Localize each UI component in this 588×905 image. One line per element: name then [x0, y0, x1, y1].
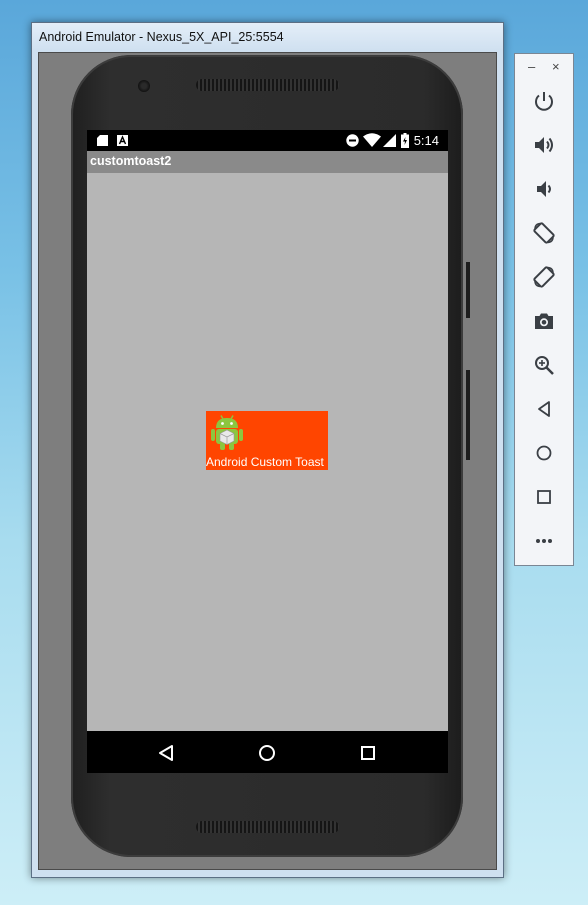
front-camera	[138, 80, 150, 92]
sd-card-icon	[97, 135, 108, 146]
window-title-bar[interactable]: Android Emulator - Nexus_5X_API_25:5554	[32, 23, 503, 51]
phone-screen[interactable]: 5:14 customtoast2 Android Custom Toast	[87, 130, 448, 773]
rotate-right-icon[interactable]	[532, 265, 556, 289]
recents-icon[interactable]	[356, 741, 380, 765]
phone-side-button	[466, 262, 470, 318]
back-icon[interactable]	[154, 741, 178, 765]
power-icon[interactable]	[532, 89, 556, 113]
do-not-disturb-icon	[346, 134, 359, 147]
a-notification-icon	[117, 135, 128, 146]
home-icon[interactable]	[532, 441, 556, 465]
toolbar-minimize-button[interactable]: –	[528, 60, 535, 74]
overview-icon[interactable]	[532, 485, 556, 509]
navigation-bar	[87, 731, 448, 773]
window-title: Android Emulator - Nexus_5X_API_25:5554	[39, 30, 284, 44]
app-action-bar: customtoast2	[87, 151, 448, 173]
volume-up-icon[interactable]	[532, 133, 556, 157]
android-robot-icon	[211, 415, 243, 450]
emulator-toolbar: – ×	[514, 53, 574, 566]
home-icon[interactable]	[255, 741, 279, 765]
battery-icon	[401, 133, 409, 148]
toolbar-close-button[interactable]: ×	[552, 60, 560, 74]
app-content[interactable]: Android Custom Toast	[87, 173, 448, 731]
screenshot-icon[interactable]	[532, 309, 556, 333]
signal-icon	[383, 134, 396, 147]
wifi-icon	[363, 133, 381, 147]
phone-volume-button	[466, 370, 470, 460]
toast-message: Android Custom Toast	[206, 455, 324, 469]
zoom-icon[interactable]	[532, 353, 556, 377]
status-bar: 5:14	[87, 130, 448, 151]
status-time: 5:14	[413, 133, 439, 148]
more-icon[interactable]	[532, 529, 556, 553]
app-title: customtoast2	[90, 154, 172, 168]
rotate-left-icon[interactable]	[532, 221, 556, 245]
volume-down-icon[interactable]	[532, 177, 556, 201]
back-icon[interactable]	[532, 397, 556, 421]
custom-toast: Android Custom Toast	[206, 411, 328, 470]
bottom-speaker	[196, 821, 339, 833]
top-speaker	[196, 79, 339, 91]
